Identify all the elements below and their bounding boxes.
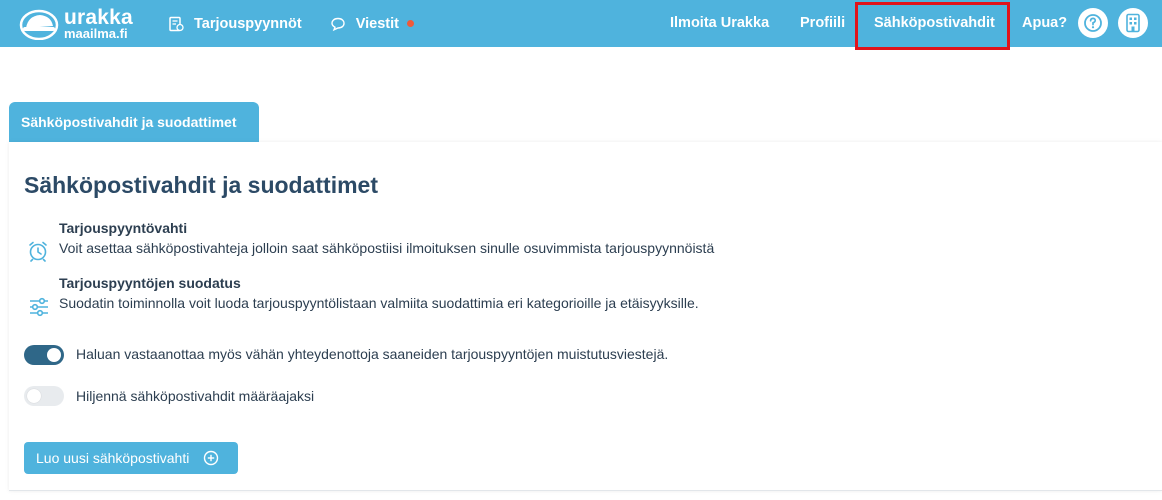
- alarm-clock-icon: [29, 241, 47, 262]
- helmet-logo-icon: [19, 9, 59, 40]
- reminder-toggle[interactable]: [24, 345, 64, 365]
- feature-description-alerts: Voit asettaa sähköpostivahteja jolloin s…: [59, 240, 715, 256]
- plus-circle-icon: [204, 450, 219, 466]
- create-alert-button[interactable]: Luo uusi sähköpostivahti: [24, 442, 238, 474]
- mute-toggle[interactable]: [24, 386, 64, 406]
- logo[interactable]: urakka maailma.fi: [18, 5, 158, 42]
- top-navigation-bar: urakka maailma.fi Tarjouspyynnöt Viestit…: [0, 0, 1162, 50]
- feature-description-filters: Suodatin toiminnolla voit luoda tarjousp…: [59, 295, 699, 311]
- notification-dot: [406, 20, 414, 27]
- feature-title-alerts: Tarjouspyyntövahti: [59, 220, 188, 236]
- nav-help[interactable]: Apua?: [1022, 15, 1067, 31]
- document-list-icon: [169, 16, 184, 31]
- toggle-knob: [47, 348, 61, 362]
- logo-text-main: urakka: [64, 6, 133, 29]
- page-title: Sähköpostivahdit ja suodattimet: [24, 172, 378, 198]
- chat-bubble-icon: [330, 17, 345, 31]
- apps-button[interactable]: [1118, 8, 1148, 38]
- nav-messages[interactable]: Viestit: [330, 16, 414, 32]
- logo-text-domain: maailma.fi: [64, 26, 128, 41]
- nav-requests[interactable]: Tarjouspyynnöt: [168, 16, 302, 32]
- highlight-box: [855, 2, 1010, 50]
- nav-messages-label: Viestit: [355, 15, 399, 32]
- tab-email-alerts-filters[interactable]: Sähköpostivahdit ja suodattimet: [9, 102, 259, 142]
- sliders-icon: [30, 297, 48, 317]
- nav-post-job[interactable]: Ilmoita Urakka: [670, 15, 769, 31]
- question-icon: [1084, 14, 1102, 32]
- toggle-knob: [27, 389, 41, 403]
- create-alert-button-label: Luo uusi sähköpostivahti: [36, 450, 190, 466]
- tab-label: Sähköpostivahdit ja suodattimet: [21, 114, 237, 130]
- mute-toggle-label: Hiljennä sähköpostivahdit määräajaksi: [76, 388, 315, 404]
- help-button[interactable]: [1078, 8, 1108, 38]
- nav-requests-label: Tarjouspyynnöt: [194, 15, 302, 32]
- building-icon: [1126, 13, 1140, 33]
- reminder-toggle-label: Haluan vastaanottaa myös vähän yhteydeno…: [76, 346, 669, 362]
- feature-title-filters: Tarjouspyyntöjen suodatus: [59, 275, 241, 291]
- nav-profile[interactable]: Profiili: [800, 15, 845, 31]
